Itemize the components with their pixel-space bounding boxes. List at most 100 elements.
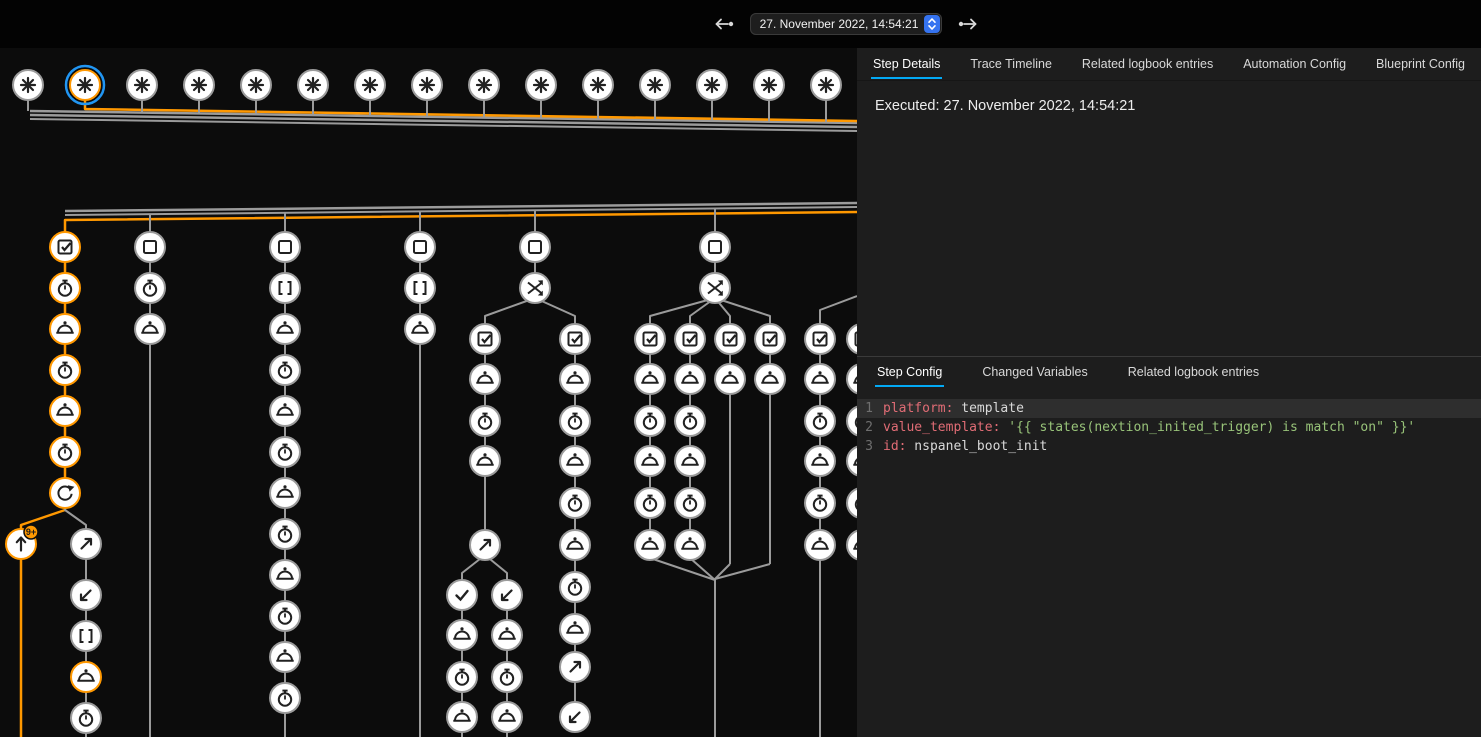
graph-node-timer[interactable] (805, 488, 835, 518)
graph-node-asterisk[interactable] (640, 70, 670, 100)
graph-node-service[interactable] (847, 364, 857, 394)
graph-node-asterisk[interactable] (355, 70, 385, 100)
graph-node-asterisk[interactable] (298, 70, 328, 100)
graph-node-service[interactable] (50, 314, 80, 344)
previous-run-button[interactable] (710, 11, 736, 37)
graph-node-timer[interactable] (635, 406, 665, 436)
graph-node-asterisk[interactable] (66, 66, 104, 104)
graph-node-service[interactable] (470, 364, 500, 394)
graph-node-service[interactable] (447, 702, 477, 732)
graph-node-checkbox[interactable] (470, 324, 500, 354)
graph-node-timer[interactable] (135, 273, 165, 303)
graph-node-service[interactable] (847, 530, 857, 560)
graph-node-timer[interactable] (270, 683, 300, 713)
graph-node-brackets[interactable] (405, 273, 435, 303)
graph-node-asterisk[interactable] (241, 70, 271, 100)
graph-node-asterisk[interactable] (412, 70, 442, 100)
tab-step-details[interactable]: Step Details (871, 49, 942, 79)
graph-node-service[interactable] (50, 396, 80, 426)
graph-node-service[interactable] (560, 446, 590, 476)
subtab-changed-variables[interactable]: Changed Variables (980, 357, 1089, 387)
graph-node-service[interactable] (270, 642, 300, 672)
graph-node-service[interactable] (635, 364, 665, 394)
graph-node-checkbox[interactable] (50, 232, 80, 262)
graph-node-timer[interactable] (675, 406, 705, 436)
run-select[interactable]: 27. November 2022, 14:54:21 (750, 13, 942, 35)
graph-node-checkbox[interactable] (560, 324, 590, 354)
graph-node-box[interactable] (405, 232, 435, 262)
graph-node-arrow-down-left[interactable] (492, 580, 522, 610)
graph-node-timer[interactable] (847, 406, 857, 436)
graph-node-service[interactable] (805, 364, 835, 394)
subtab-step-config[interactable]: Step Config (875, 357, 944, 387)
graph-node-brackets[interactable] (71, 621, 101, 651)
graph-node-service[interactable] (755, 364, 785, 394)
graph-node-box[interactable] (270, 232, 300, 262)
graph-node-arrow-down-left[interactable] (71, 580, 101, 610)
graph-node-service[interactable] (715, 364, 745, 394)
tab-related-logbook-entries[interactable]: Related logbook entries (1080, 49, 1215, 79)
graph-node-brackets[interactable] (270, 273, 300, 303)
graph-node-arrow-up-right[interactable] (470, 530, 500, 560)
graph-node-check[interactable] (447, 580, 477, 610)
graph-node-service[interactable] (847, 446, 857, 476)
graph-node-arrow-up[interactable]: 9+ (6, 525, 38, 559)
graph-node-arrow-down-left[interactable] (560, 702, 590, 732)
subtab-related-logbook-entries[interactable]: Related logbook entries (1126, 357, 1261, 387)
graph-node-arrow-up-right[interactable] (71, 529, 101, 559)
graph-node-arrow-up-right[interactable] (560, 652, 590, 682)
graph-node-timer[interactable] (470, 406, 500, 436)
graph-node-timer[interactable] (270, 437, 300, 467)
graph-node-timer[interactable] (635, 488, 665, 518)
graph-node-service[interactable] (635, 530, 665, 560)
graph-node-service[interactable] (560, 614, 590, 644)
graph-node-service[interactable] (492, 702, 522, 732)
graph-node-service[interactable] (560, 364, 590, 394)
graph-node-asterisk[interactable] (184, 70, 214, 100)
graph-node-timer[interactable] (447, 662, 477, 692)
graph-node-service[interactable] (675, 446, 705, 476)
graph-node-asterisk[interactable] (811, 70, 841, 100)
graph-node-repeat[interactable] (50, 478, 80, 508)
graph-node-box[interactable] (520, 232, 550, 262)
graph-node-timer[interactable] (50, 273, 80, 303)
graph-node-checkbox[interactable] (847, 324, 857, 354)
graph-node-service[interactable] (405, 314, 435, 344)
tab-trace-timeline[interactable]: Trace Timeline (968, 49, 1054, 79)
graph-node-timer[interactable] (50, 437, 80, 467)
graph-node-asterisk[interactable] (697, 70, 727, 100)
graph-node-timer[interactable] (675, 488, 705, 518)
graph-node-timer[interactable] (560, 406, 590, 436)
graph-node-service[interactable] (71, 662, 101, 692)
tab-automation-config[interactable]: Automation Config (1241, 49, 1348, 79)
graph-node-service[interactable] (270, 560, 300, 590)
graph-node-checkbox[interactable] (715, 324, 745, 354)
graph-node-service[interactable] (805, 530, 835, 560)
graph-node-timer[interactable] (560, 488, 590, 518)
graph-node-asterisk[interactable] (13, 70, 43, 100)
graph-node-checkbox[interactable] (635, 324, 665, 354)
graph-node-service[interactable] (270, 314, 300, 344)
graph-node-box[interactable] (700, 232, 730, 262)
graph-node-checkbox[interactable] (755, 324, 785, 354)
graph-node-asterisk[interactable] (526, 70, 556, 100)
next-run-button[interactable] (956, 11, 982, 37)
graph-node-timer[interactable] (560, 572, 590, 602)
graph-node-service[interactable] (805, 446, 835, 476)
graph-node-asterisk[interactable] (127, 70, 157, 100)
graph-node-timer[interactable] (270, 519, 300, 549)
graph-node-service[interactable] (560, 530, 590, 560)
graph-node-service[interactable] (675, 530, 705, 560)
graph-node-asterisk[interactable] (583, 70, 613, 100)
graph-node-timer[interactable] (805, 406, 835, 436)
graph-node-timer[interactable] (50, 355, 80, 385)
graph-node-service[interactable] (470, 446, 500, 476)
graph-node-checkbox[interactable] (675, 324, 705, 354)
graph-node-timer[interactable] (270, 355, 300, 385)
graph-node-service[interactable] (675, 364, 705, 394)
graph-node-service[interactable] (270, 478, 300, 508)
graph-node-timer[interactable] (492, 662, 522, 692)
graph-node-choose[interactable] (520, 273, 550, 303)
graph-node-checkbox[interactable] (805, 324, 835, 354)
graph-node-service[interactable] (635, 446, 665, 476)
